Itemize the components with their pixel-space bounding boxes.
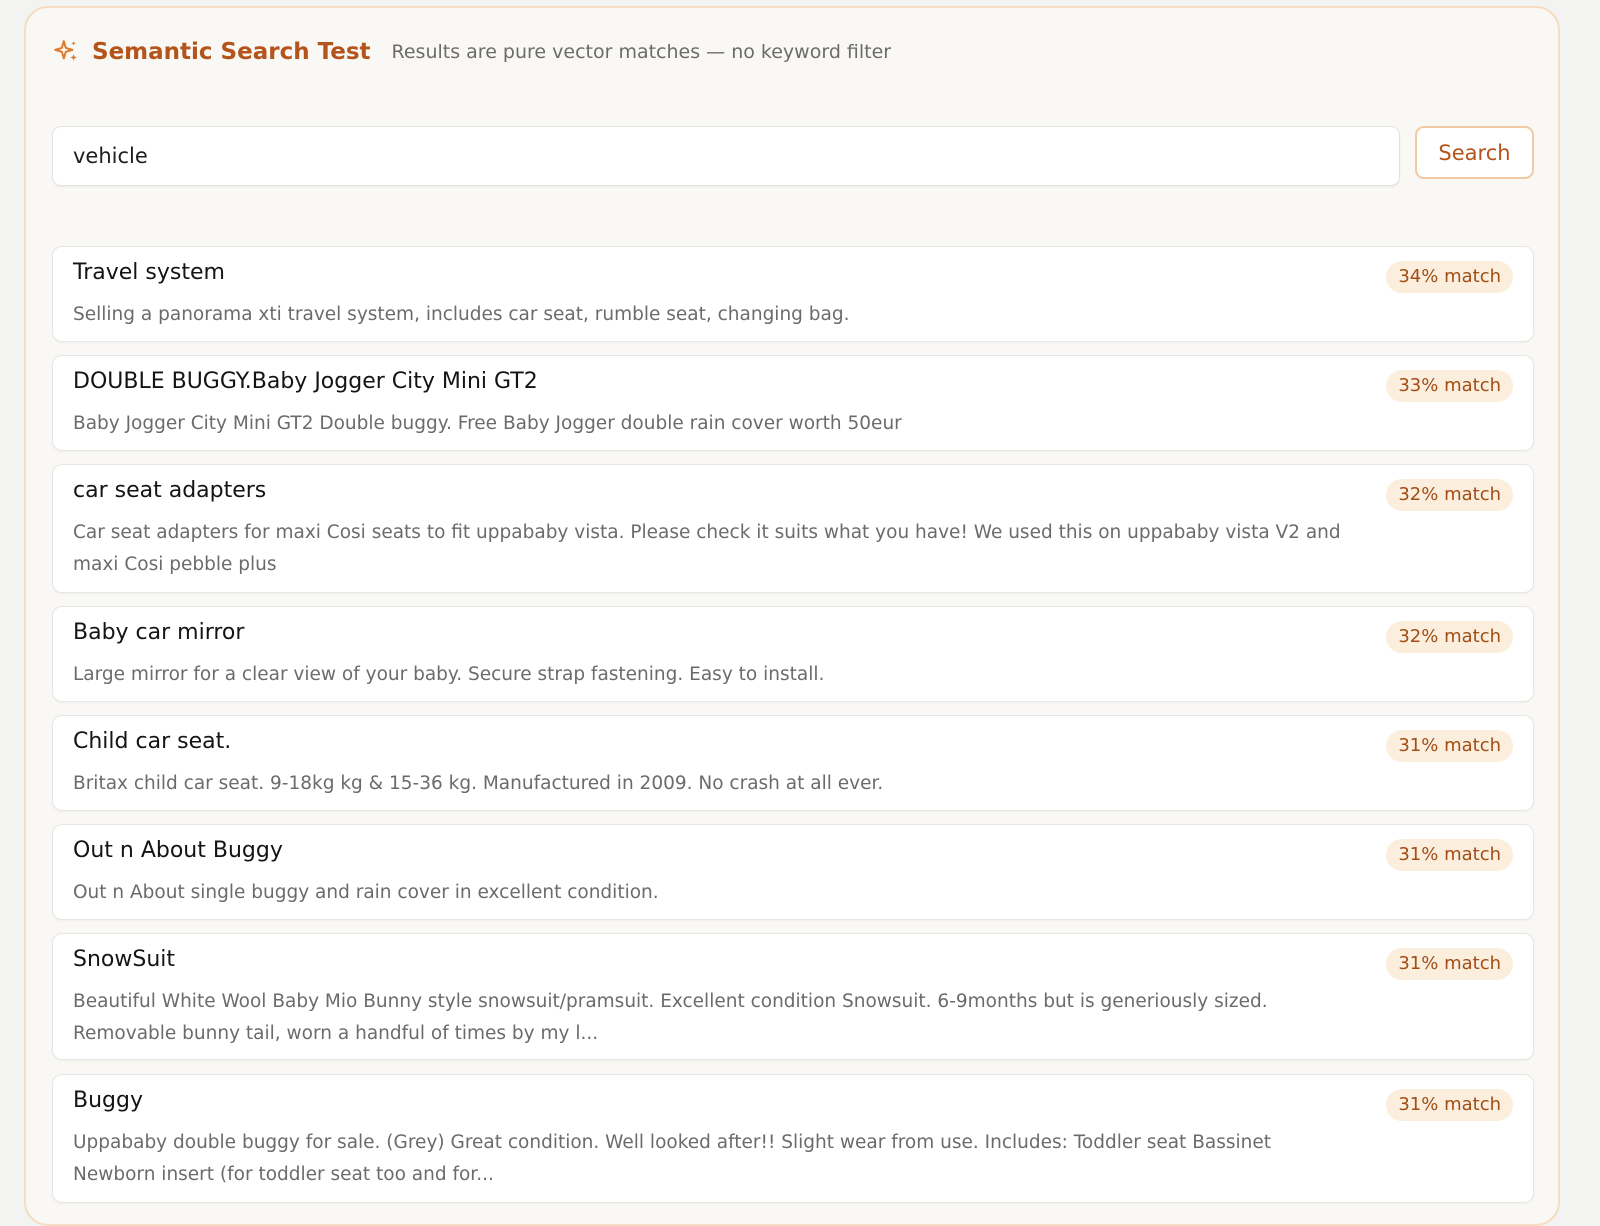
sparkle-icon: [52, 38, 80, 66]
result-description: Britax child car seat. 9-18kg kg & 15-36…: [73, 773, 884, 794]
search-button[interactable]: Search: [1415, 126, 1534, 179]
result-title: Baby car mirror: [73, 620, 245, 645]
result-title: Child car seat.: [73, 729, 232, 754]
result-title: Out n About Buggy: [73, 838, 283, 863]
result-description: Uppababy double buggy for sale. (Grey) G…: [73, 1132, 1272, 1185]
result-description: Selling a panorama xti travel system, in…: [73, 304, 850, 325]
match-badge: 31% match: [1386, 1089, 1513, 1121]
result-description: Baby Jogger City Mini GT2 Double buggy. …: [73, 413, 902, 434]
header: Semantic Search Test Results are pure ve…: [52, 34, 891, 70]
search-panel: Semantic Search Test Results are pure ve…: [24, 6, 1560, 1226]
result-description: Large mirror for a clear view of your ba…: [73, 664, 825, 685]
result-description: Beautiful White Wool Baby Mio Bunny styl…: [73, 991, 1268, 1044]
page-subtitle: Results are pure vector matches — no key…: [391, 41, 892, 63]
result-card[interactable]: Baby car mirror 32% match Large mirror f…: [52, 606, 1534, 702]
result-description: Car seat adapters for maxi Cosi seats to…: [73, 522, 1341, 575]
match-badge: 33% match: [1386, 370, 1513, 402]
match-badge: 32% match: [1386, 479, 1513, 511]
page-title: Semantic Search Test: [92, 39, 371, 65]
result-card[interactable]: DOUBLE BUGGY.Baby Jogger City Mini GT2 3…: [52, 355, 1534, 451]
result-title: DOUBLE BUGGY.Baby Jogger City Mini GT2: [73, 369, 538, 394]
result-card[interactable]: SnowSuit 31% match Beautiful White Wool …: [52, 933, 1534, 1060]
match-badge: 31% match: [1386, 730, 1513, 762]
match-badge: 34% match: [1386, 261, 1513, 293]
result-description: Out n About single buggy and rain cover …: [73, 882, 659, 903]
result-card[interactable]: Out n About Buggy 31% match Out n About …: [52, 824, 1534, 920]
match-badge: 31% match: [1386, 948, 1513, 980]
match-badge: 31% match: [1386, 839, 1513, 871]
search-input[interactable]: [52, 126, 1400, 186]
result-card[interactable]: car seat adapters 32% match Car seat ada…: [52, 464, 1534, 593]
result-title: Travel system: [73, 260, 225, 285]
result-title: car seat adapters: [73, 478, 267, 503]
result-card[interactable]: Child car seat. 31% match Britax child c…: [52, 715, 1534, 811]
result-title: SnowSuit: [73, 947, 176, 972]
result-card[interactable]: Travel system 34% match Selling a panora…: [52, 246, 1534, 342]
match-badge: 32% match: [1386, 621, 1513, 653]
result-title: Buggy: [73, 1088, 143, 1113]
